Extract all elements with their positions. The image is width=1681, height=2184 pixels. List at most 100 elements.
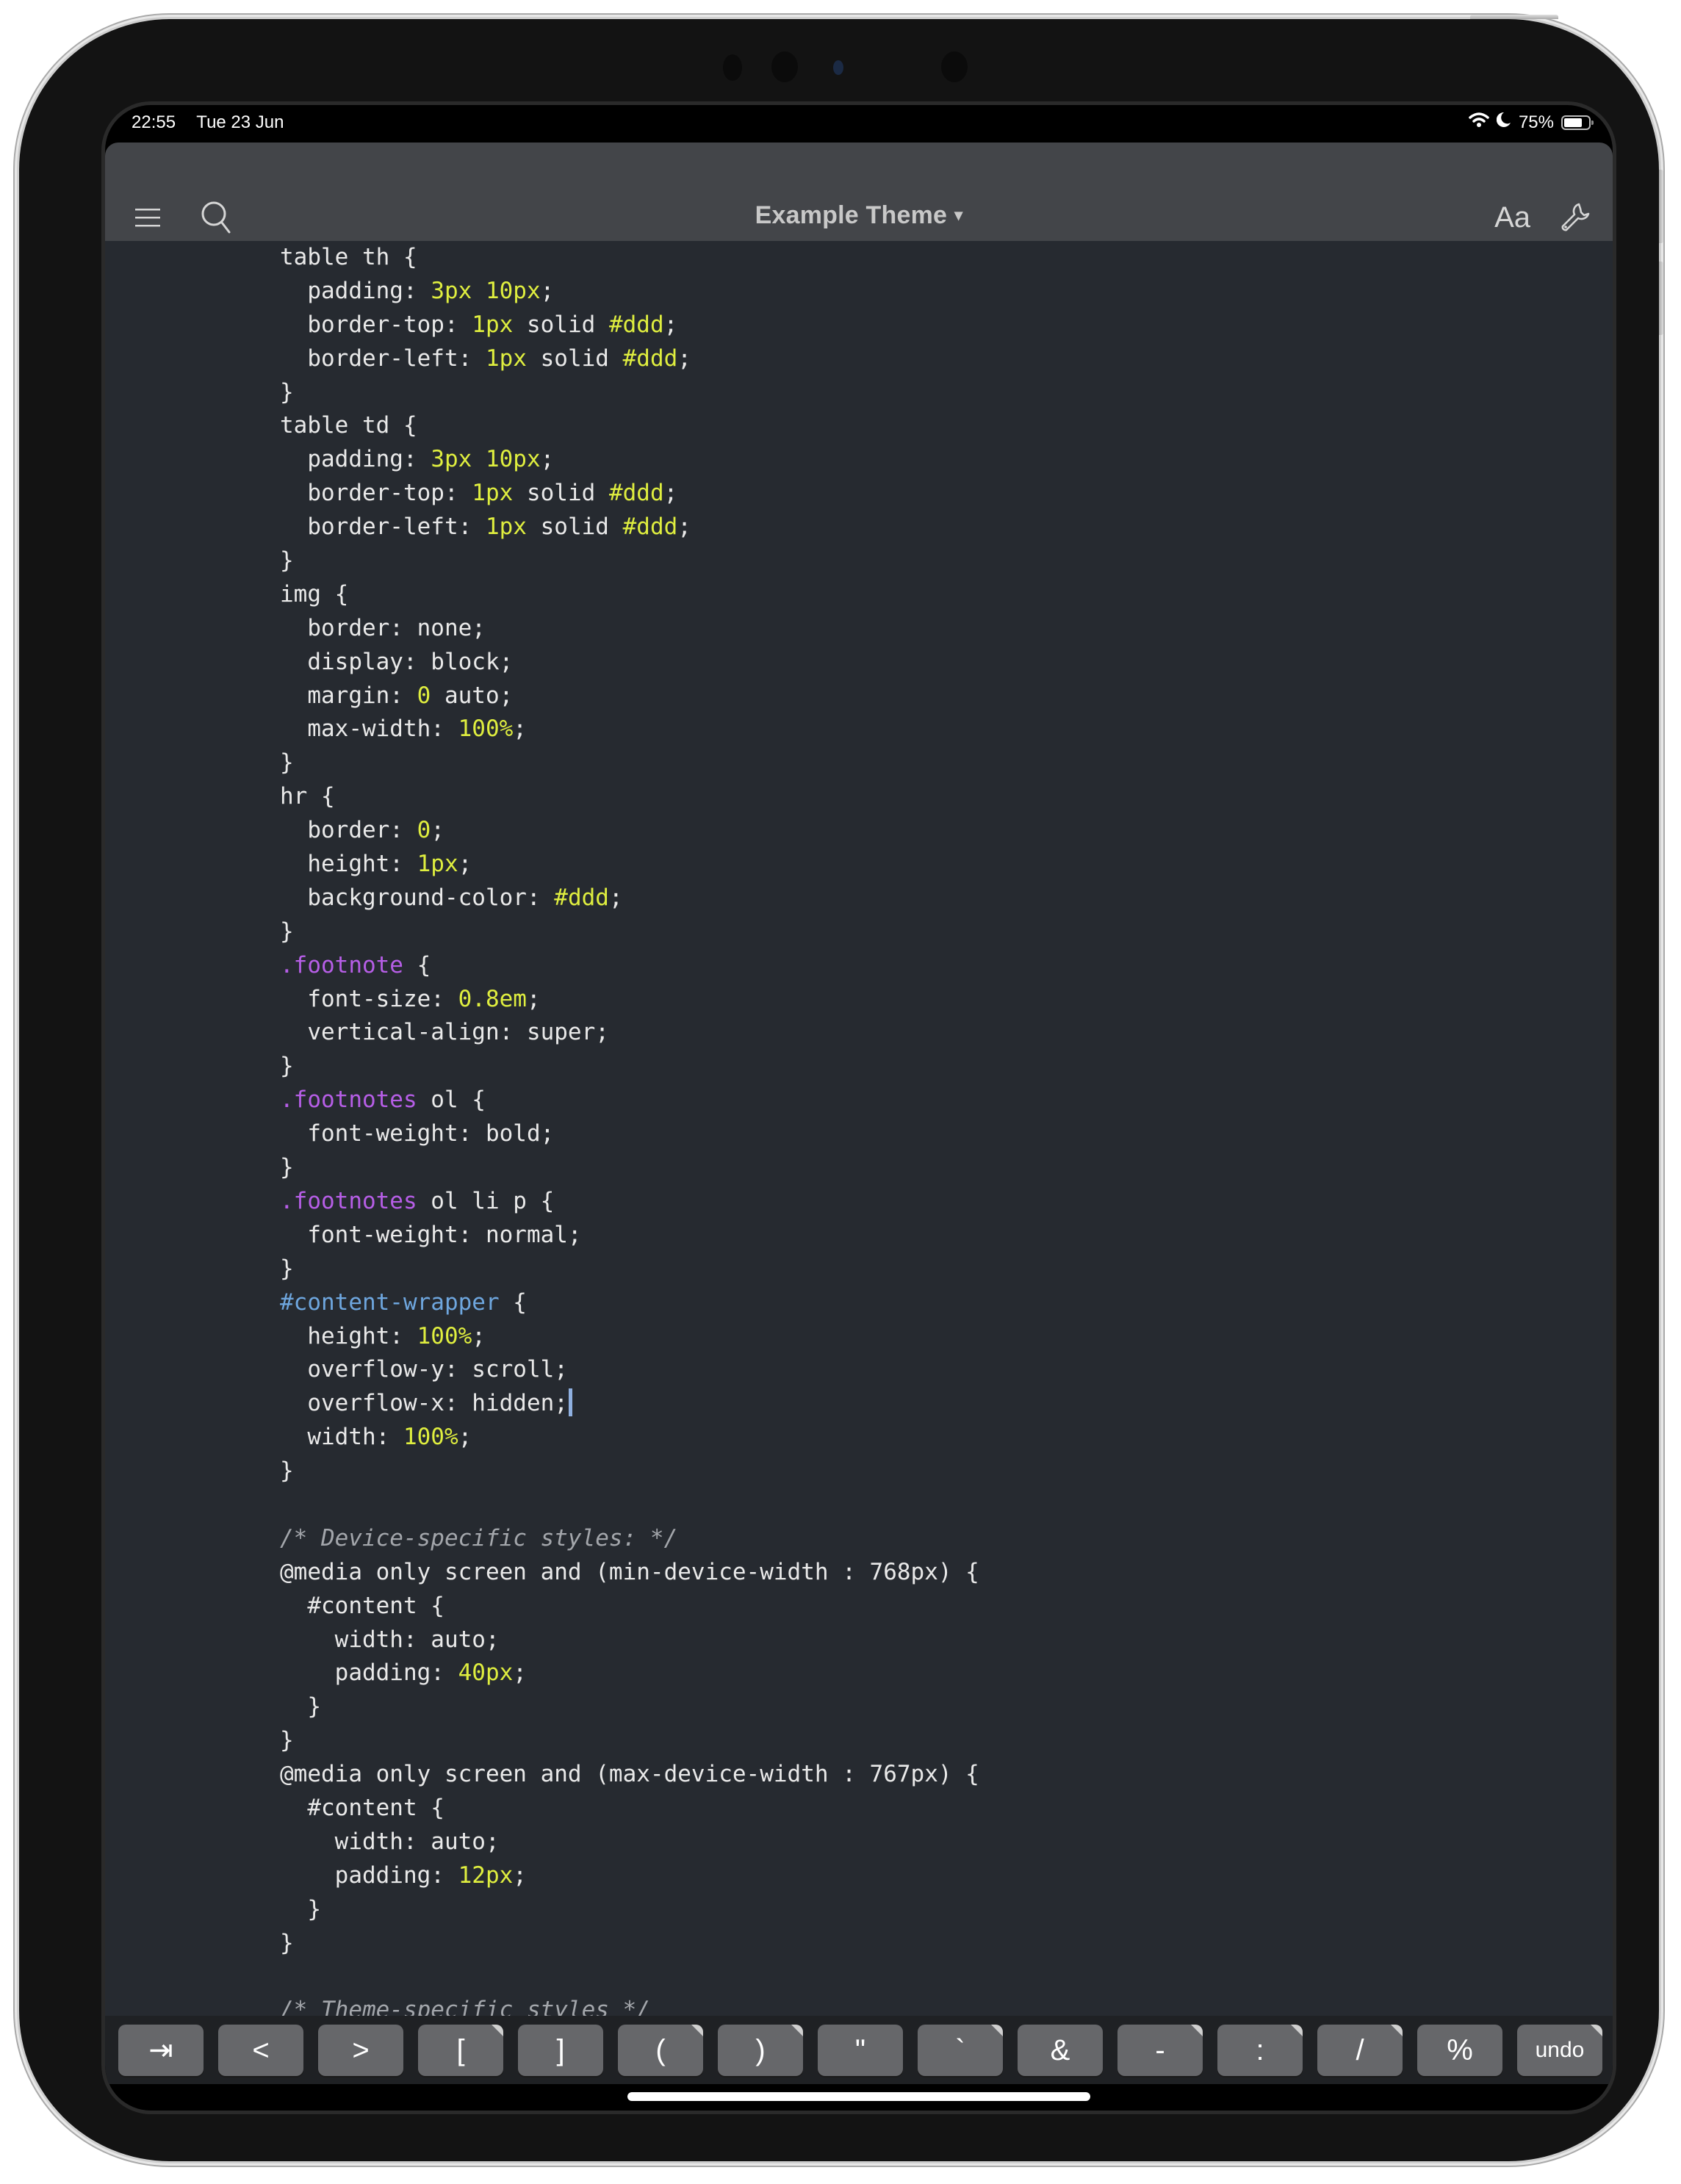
code-token-plain: ; [458,851,472,878]
code-line[interactable]: height: 100%; [280,1320,979,1354]
key-label: < [252,2033,270,2066]
hyphen-key[interactable]: - [1117,2025,1203,2076]
code-line[interactable]: } [280,376,979,410]
code-token-plain: border: none; [280,614,486,641]
code-line[interactable]: } [280,1690,979,1724]
code-token-plain: font-weight: bold; [280,1120,555,1147]
key-label: / [1356,2033,1364,2066]
code-line[interactable]: img { [280,578,979,612]
code-line[interactable]: #content { [280,1590,979,1623]
code-line[interactable]: } [280,1050,979,1084]
alternate-character-indicator-icon [691,2025,703,2036]
code-line[interactable]: .footnotes ol li p { [280,1185,979,1219]
code-token-plain: ; [472,1322,486,1349]
code-line[interactable]: .footnotes ol { [280,1084,979,1117]
code-line[interactable]: table th { [280,241,979,275]
font-settings-button[interactable]: Aa [1494,201,1530,234]
code-token-num: 100% [417,1322,472,1349]
code-token-plain: ; [540,446,555,473]
tab-key[interactable]: ⇥ [118,2025,204,2076]
code-line[interactable]: padding: 3px 10px; [280,275,979,309]
code-line[interactable]: } [280,1927,979,1961]
less-than-key[interactable]: < [218,2025,303,2076]
code-line[interactable]: border: none; [280,612,979,646]
close-bracket-key[interactable]: ] [518,2025,603,2076]
code-line[interactable]: display: block; [280,646,979,680]
slash-key[interactable]: / [1317,2025,1403,2076]
code-editor[interactable]: table th { padding: 3px 10px; border-top… [105,241,1613,2016]
code-line[interactable]: padding: 12px; [280,1859,979,1893]
undo-key[interactable]: undo [1517,2025,1602,2076]
code-token-num: 3px 10px [431,277,541,304]
keyboard-accessory-bar: ⇥ < > [] () " ` & -: /% undo [105,2016,1613,2084]
code-token-num: 0 [417,682,431,709]
code-line[interactable]: overflow-x: hidden; [280,1387,979,1421]
code-line[interactable]: border-left: 1px solid #ddd; [280,342,979,376]
wrench-icon[interactable] [1557,200,1592,235]
code-line[interactable]: border-top: 1px solid #ddd; [280,477,979,511]
code-token-plain: overflow-x: hidden; [280,1390,568,1417]
code-line[interactable]: } [280,746,979,780]
code-line[interactable]: width: auto; [280,1826,979,1859]
code-line[interactable]: } [280,1151,979,1185]
code-line[interactable]: @media only screen and (min-device-width… [280,1556,979,1590]
close-paren-key[interactable]: ) [718,2025,803,2076]
percent-key[interactable]: % [1417,2025,1502,2076]
code-line[interactable]: border-left: 1px solid #ddd; [280,511,979,544]
code-line[interactable]: font-weight: bold; [280,1117,979,1151]
home-indicator[interactable] [627,2092,1090,2101]
code-line[interactable]: width: 100%; [280,1421,979,1455]
open-paren-key[interactable]: ( [618,2025,703,2076]
code-line[interactable]: } [280,915,979,949]
code-line[interactable]: } [280,1724,979,1758]
code-line[interactable]: border-top: 1px solid #ddd; [280,309,979,342]
code-line[interactable]: padding: 40px; [280,1657,979,1690]
code-content[interactable]: table th { padding: 3px 10px; border-top… [280,241,979,2016]
code-line[interactable]: font-size: 0.8em; [280,983,979,1017]
document-title-dropdown[interactable]: Example Theme ▾ [105,201,1613,230]
code-line[interactable]: vertical-align: super; [280,1016,979,1050]
ampersand-key[interactable]: & [1018,2025,1103,2076]
code-line[interactable]: /* Device-specific styles: */ [280,1522,979,1556]
code-line[interactable]: margin: 0 auto; [280,680,979,713]
code-token-num: 12px [458,1862,514,1889]
code-line[interactable]: } [280,1455,979,1488]
code-line[interactable]: hr { [280,780,979,814]
code-line[interactable]: height: 1px; [280,848,979,882]
code-line[interactable]: table td { [280,409,979,443]
code-line[interactable]: #content-wrapper { [280,1286,979,1320]
code-line[interactable]: } [280,1253,979,1286]
code-token-plain: } [280,1727,294,1754]
code-line[interactable]: .footnote { [280,949,979,983]
code-line[interactable]: background-color: #ddd; [280,882,979,915]
code-line[interactable]: font-weight: normal; [280,1219,979,1253]
camera-sensor [723,54,742,81]
backtick-key[interactable]: ` [918,2025,1003,2076]
open-bracket-key[interactable]: [ [418,2025,503,2076]
code-token-plain: border-left: [280,345,486,372]
code-line[interactable]: width: auto; [280,1623,979,1657]
code-token-plain: #content { [280,1794,444,1821]
greater-than-key[interactable]: > [318,2025,403,2076]
code-token-plain: } [280,749,294,776]
code-token-plain: font-size: [280,985,458,1012]
alternate-character-indicator-icon [1591,2025,1602,2036]
code-line[interactable]: padding: 3px 10px; [280,443,979,477]
code-line[interactable]: } [280,1893,979,1927]
code-line[interactable]: @media only screen and (max-device-width… [280,1758,979,1792]
code-line[interactable]: overflow-y: scroll; [280,1353,979,1387]
code-line[interactable]: } [280,544,979,578]
code-line[interactable]: /* Theme-specific styles */ [280,1994,979,2016]
code-line[interactable] [280,1488,979,1522]
code-line[interactable]: max-width: 100%; [280,713,979,746]
colon-key[interactable]: : [1217,2025,1303,2076]
code-line[interactable]: border: 0; [280,814,979,848]
code-line[interactable]: #content { [280,1792,979,1826]
code-token-num: 0 [417,817,431,844]
code-token-num: 100% [403,1424,458,1451]
code-token-plain: ; [526,985,541,1012]
double-quote-key[interactable]: " [818,2025,903,2076]
code-token-plain: ; [431,817,444,844]
code-line[interactable] [280,1960,979,1994]
volume-up-button [1659,170,1663,243]
